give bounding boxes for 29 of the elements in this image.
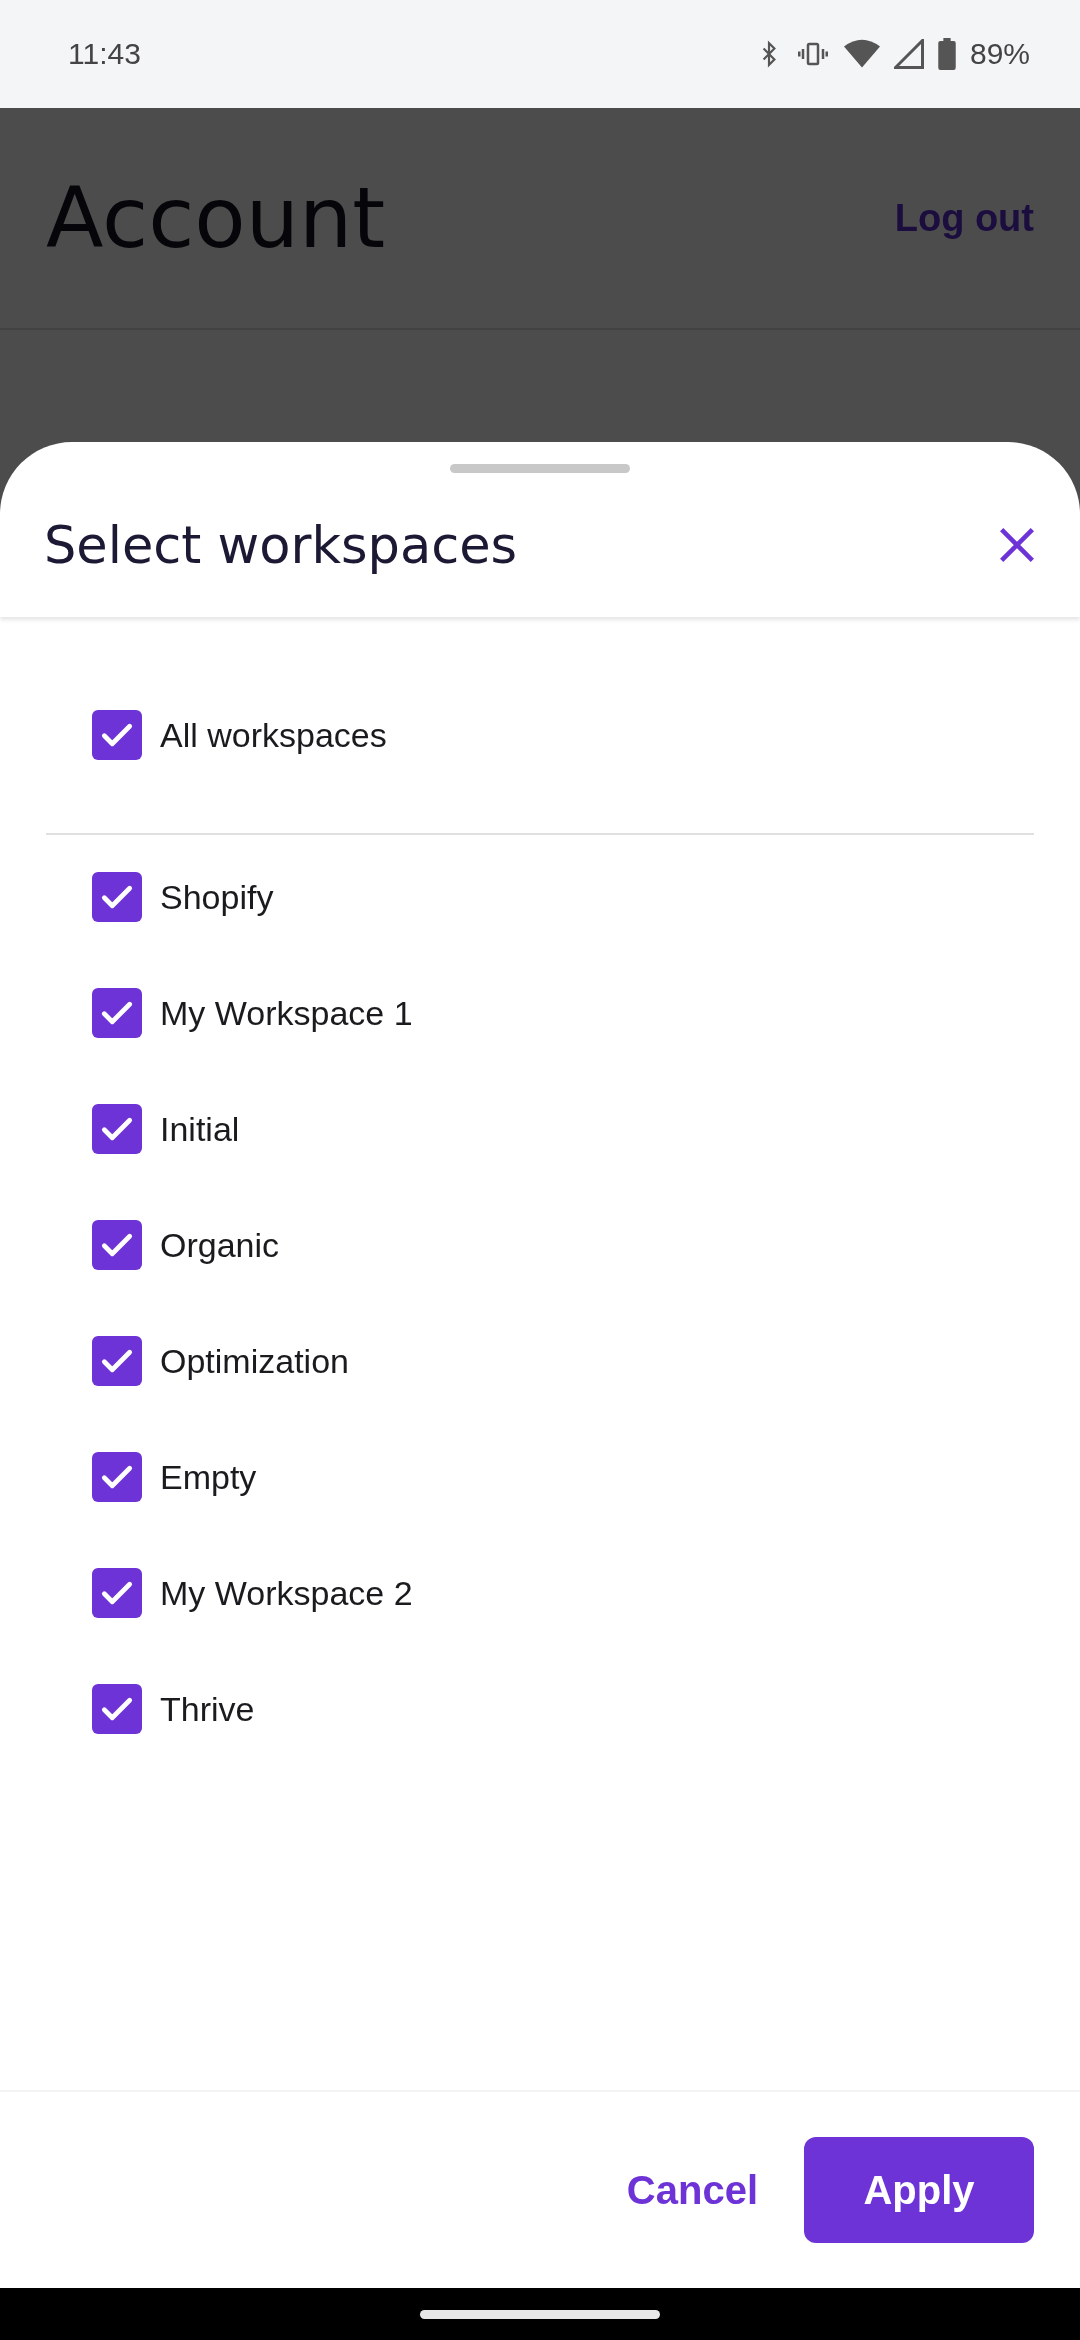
sheet-title: Select workspaces — [44, 515, 518, 575]
status-time: 11:43 — [68, 37, 141, 71]
cancel-button[interactable]: Cancel — [626, 2147, 758, 2233]
wifi-icon — [843, 39, 880, 69]
checkbox-label: Organic — [160, 1225, 280, 1265]
checkbox-label: Shopify — [160, 877, 274, 917]
checkbox-label: All workspaces — [160, 715, 387, 755]
battery-icon — [937, 38, 956, 70]
checkbox[interactable] — [92, 1104, 142, 1154]
home-indicator[interactable] — [420, 2309, 660, 2319]
checkbox-label: Initial — [160, 1109, 240, 1149]
checkbox-label: Optimization — [160, 1341, 349, 1381]
drag-handle[interactable] — [450, 464, 630, 473]
checkbox[interactable] — [92, 1336, 142, 1386]
checkbox[interactable] — [92, 988, 142, 1038]
page-title: Account — [46, 169, 386, 267]
checkbox-label: Thrive — [160, 1689, 255, 1729]
checkbox-label: Empty — [160, 1457, 257, 1497]
checkbox[interactable] — [92, 710, 142, 760]
checkbox[interactable] — [92, 1452, 142, 1502]
signal-icon — [893, 39, 924, 69]
checkbox-label: My Workspace 1 — [160, 993, 413, 1033]
checkbox-label: My Workspace 2 — [160, 1573, 413, 1613]
battery-percent: 89% — [969, 37, 1030, 71]
checkbox[interactable] — [92, 872, 142, 922]
checkbox[interactable] — [92, 1684, 142, 1734]
apply-button[interactable]: Apply — [804, 2137, 1034, 2243]
checkbox[interactable] — [92, 1220, 142, 1270]
checkbox[interactable] — [92, 1568, 142, 1618]
